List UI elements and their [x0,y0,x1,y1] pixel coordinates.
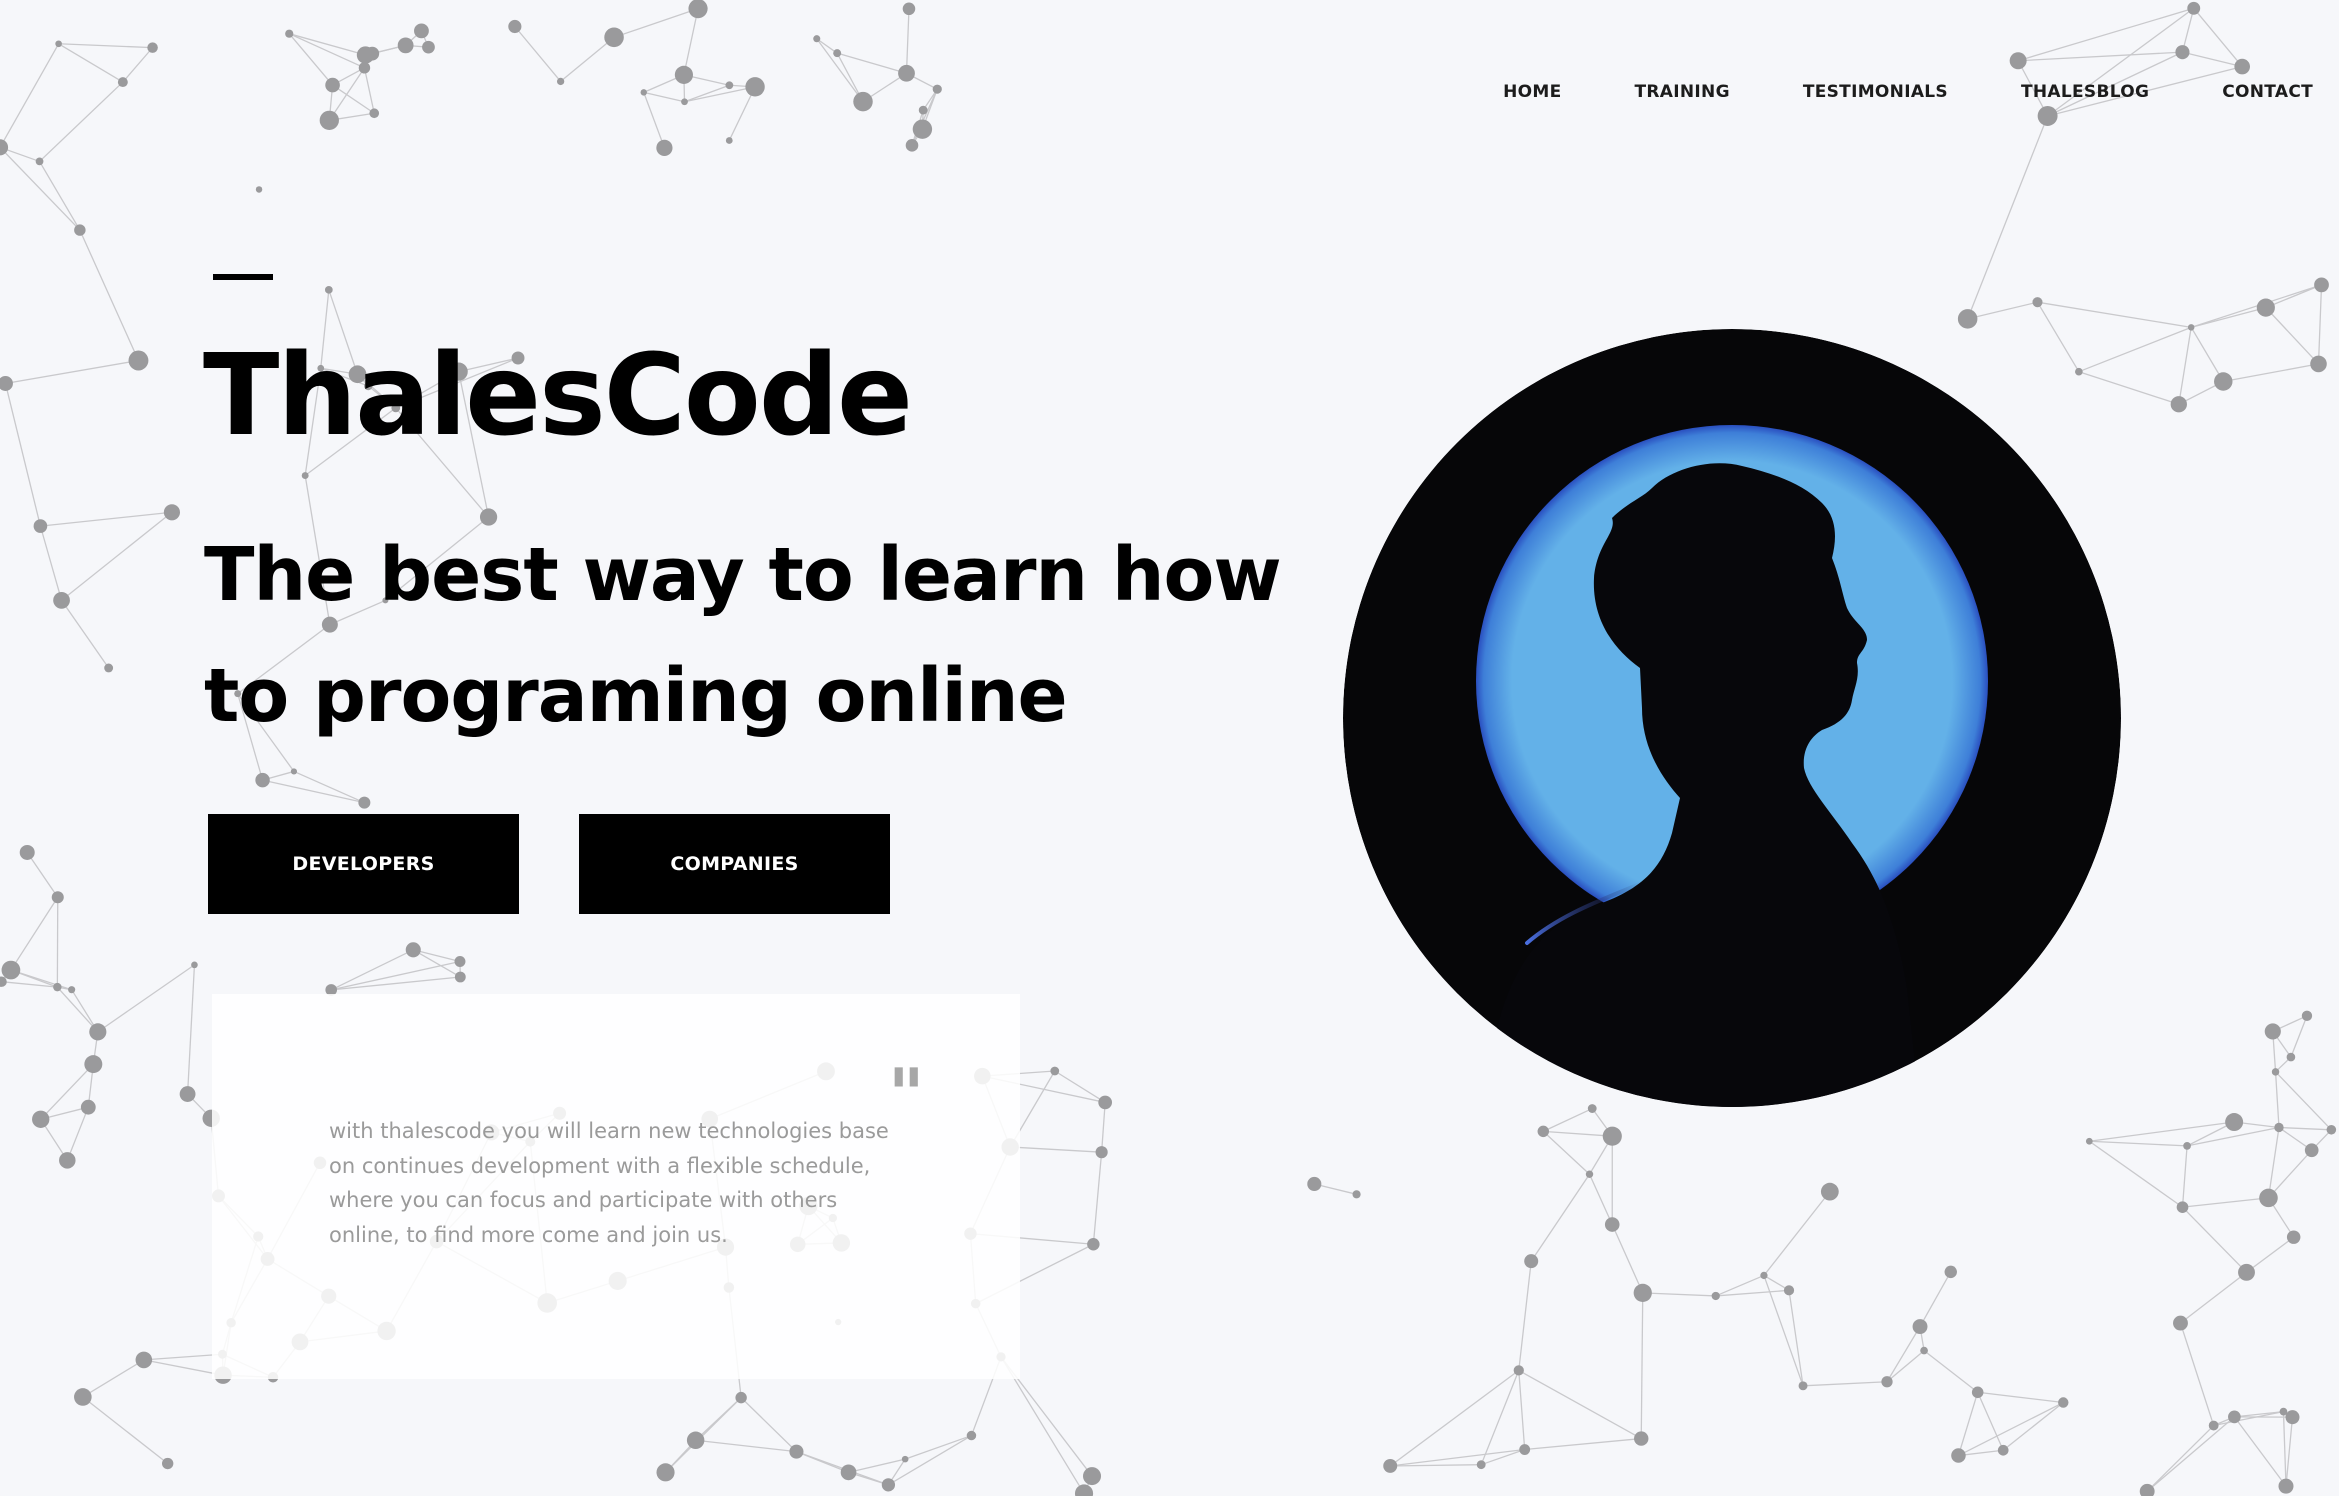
top-navigation: HOME TRAINING TESTIMONIALS THALESBLOG CO… [1430,82,2313,102]
nav-thalesblog-link[interactable]: THALESBLOG [2021,82,2149,102]
nav-testimonials-link[interactable]: TESTIMONIALS [1803,82,1948,102]
companies-button[interactable]: COMPANIES [579,814,890,914]
accent-dash-divider [213,274,273,280]
nav-training-link[interactable]: TRAINING [1635,82,1730,102]
developers-button[interactable]: DEVELOPERS [208,814,519,914]
nav-home-link[interactable]: HOME [1503,82,1561,102]
landing-page: HOME TRAINING TESTIMONIALS THALESBLOG CO… [0,0,2339,1496]
testimonial-text: with thalescode you will learn new techn… [329,1119,889,1247]
testimonial-card: " with thalescode you will learn new tec… [212,994,1020,1379]
brand-title: ThalesCode [203,331,913,461]
hero-tagline: The best way to learn how to programing … [204,532,1282,739]
person-silhouette-icon [1343,329,2121,1107]
nav-contact-link[interactable]: CONTACT [2222,82,2313,102]
